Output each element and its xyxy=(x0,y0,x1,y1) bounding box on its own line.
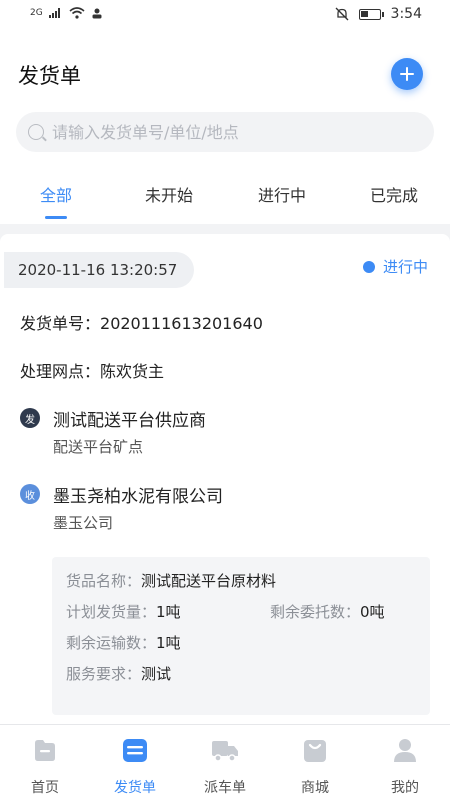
handling-point: 陈欢货主 xyxy=(100,362,165,381)
nav-shop-label: 商城 xyxy=(301,780,329,796)
wifi-icon xyxy=(69,7,85,19)
tab-not-started[interactable]: 未开始 xyxy=(129,182,209,206)
remaining-entrust-row: 剩余委托数：0吨 xyxy=(270,601,385,622)
app-notification-icon xyxy=(92,8,102,19)
tab-in-progress[interactable]: 进行中 xyxy=(242,182,322,206)
planned-quantity-row: 计划发货量：1吨 xyxy=(66,601,181,622)
handling-point-row: 处理网点：陈欢货主 xyxy=(20,358,164,382)
status-dot-icon xyxy=(362,260,375,273)
invoice-number-label: 发货单号： xyxy=(20,314,101,333)
nav-home[interactable]: 首页 xyxy=(0,725,90,800)
nav-home-label: 首页 xyxy=(31,780,59,796)
nav-dispatch-label: 派车单 xyxy=(204,780,246,796)
sender-location: 配送平台矿点 xyxy=(53,438,144,456)
status-tabs: 全部 未开始 进行中 已完成 xyxy=(0,172,450,224)
goods-name: 测试配送平台原材料 xyxy=(141,572,277,590)
status-badge: 进行中 xyxy=(362,256,428,277)
sender-name: 测试配送平台供应商 xyxy=(53,411,206,431)
bell-muted-icon xyxy=(335,7,349,21)
planned-quantity: 1吨 xyxy=(156,603,181,621)
clock: 3:54 xyxy=(390,6,422,22)
page-title: 发货单 xyxy=(18,64,81,88)
handling-point-label: 处理网点： xyxy=(20,362,101,381)
nav-dispatch[interactable]: 派车单 xyxy=(180,725,270,800)
bottom-tab-bar: 首页 发货单 派车单 商城 我的 xyxy=(0,724,450,800)
user-icon xyxy=(391,737,419,763)
active-tab-indicator xyxy=(45,216,67,219)
search-bar[interactable] xyxy=(16,112,434,152)
nav-profile[interactable]: 我的 xyxy=(360,725,450,800)
goods-name-row: 货品名称：测试配送平台原材料 xyxy=(66,570,276,591)
tab-all[interactable]: 全部 xyxy=(16,182,96,206)
service-requirement-label: 服务要求： xyxy=(66,665,142,683)
battery-icon xyxy=(358,8,384,20)
cell-bars-icon xyxy=(48,8,60,18)
signal-icon: 2G xyxy=(30,8,43,18)
sender-icon: 发 xyxy=(20,408,40,428)
home-icon xyxy=(31,737,59,763)
status-label: 进行中 xyxy=(382,258,428,276)
nav-shop[interactable]: 商城 xyxy=(270,725,360,800)
remaining-transport-row: 剩余运输数：1吨 xyxy=(66,632,181,653)
add-invoice-button[interactable] xyxy=(391,58,423,90)
invoice-number: 2020111613201640 xyxy=(100,314,263,333)
status-bar: 2G 3:54 xyxy=(0,0,450,32)
service-requirement: 测试 xyxy=(141,665,172,683)
invoice-number-row: 发货单号：2020111613201640 xyxy=(20,310,263,334)
truck-icon xyxy=(211,737,239,763)
shop-bag-icon xyxy=(301,737,329,763)
remaining-transport-label: 剩余运输数： xyxy=(66,634,157,652)
search-icon xyxy=(28,124,44,140)
search-input[interactable] xyxy=(52,122,412,142)
remaining-transport: 1吨 xyxy=(156,634,181,652)
invoice-icon xyxy=(121,737,149,763)
page-header: 发货单 全部 未开始 进行中 已完成 xyxy=(0,32,450,224)
tab-completed[interactable]: 已完成 xyxy=(354,182,434,206)
service-requirement-row: 服务要求：测试 xyxy=(66,663,171,684)
receiver-name: 墨玉尧柏水泥有限公司 xyxy=(53,487,223,507)
goods-info-panel: 货品名称：测试配送平台原材料 计划发货量：1吨 剩余委托数：0吨 剩余运输数：1… xyxy=(52,557,430,715)
remaining-entrust: 0吨 xyxy=(360,603,385,621)
planned-quantity-label: 计划发货量： xyxy=(66,603,157,621)
nav-invoice[interactable]: 发货单 xyxy=(90,725,180,800)
receiver-location: 墨玉公司 xyxy=(53,514,114,532)
invoice-datetime: 2020-11-16 13:20:57 xyxy=(4,252,194,288)
nav-invoice-label: 发货单 xyxy=(114,780,156,796)
goods-name-label: 货品名称： xyxy=(66,572,142,590)
receiver-icon: 收 xyxy=(20,484,40,504)
invoice-card[interactable]: 2020-11-16 13:20:57 进行中 发货单号：20201116132… xyxy=(0,234,450,724)
remaining-entrust-label: 剩余委托数： xyxy=(270,603,361,621)
nav-profile-label: 我的 xyxy=(391,780,419,796)
